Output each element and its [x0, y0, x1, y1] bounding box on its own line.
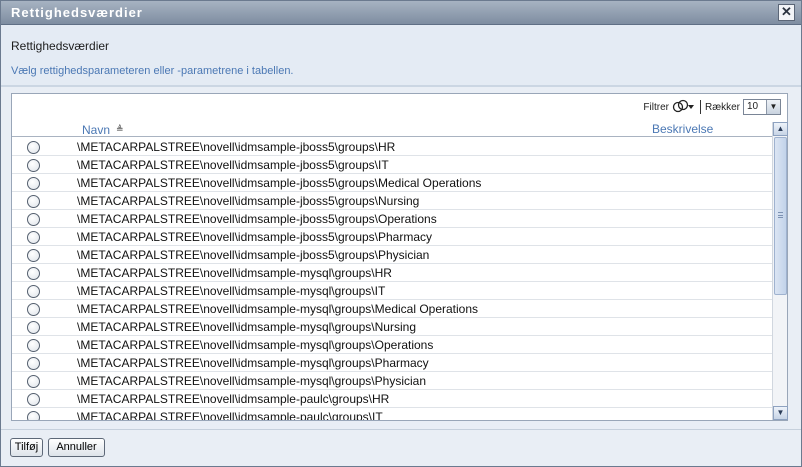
filter-icon[interactable] [672, 99, 696, 115]
row-name: \METACARPALSTREE\novell\idmsample-jboss5… [77, 194, 420, 208]
row-radio[interactable] [27, 285, 40, 298]
dialog: Rettighedsværdier ✕ Rettighedsværdier Væ… [0, 0, 802, 467]
row-name: \METACARPALSTREE\novell\idmsample-mysql\… [77, 284, 386, 298]
row-radio[interactable] [27, 249, 40, 262]
column-header-description[interactable]: Beskrivelse [652, 122, 713, 136]
row-radio[interactable] [27, 321, 40, 334]
table-row[interactable]: \METACARPALSTREE\novell\idmsample-jboss5… [12, 210, 772, 228]
table-row[interactable]: \METACARPALSTREE\novell\idmsample-mysql\… [12, 264, 772, 282]
header-title: Rettighedsværdier [11, 39, 110, 53]
row-radio[interactable] [27, 357, 40, 370]
row-radio[interactable] [27, 141, 40, 154]
cancel-button[interactable]: Annuller [48, 438, 105, 457]
rows-per-page-value: 10 [747, 101, 759, 112]
rows-label: Rækker [704, 101, 740, 113]
toolbar-separator [699, 100, 701, 114]
row-name: \METACARPALSTREE\novell\idmsample-mysql\… [77, 338, 434, 352]
row-name: \METACARPALSTREE\novell\idmsample-mysql\… [77, 266, 392, 280]
table-row[interactable]: \METACARPALSTREE\novell\idmsample-jboss5… [12, 174, 772, 192]
table-body: \METACARPALSTREE\novell\idmsample-jboss5… [12, 138, 772, 420]
filter-label: Filtrer [643, 101, 669, 113]
row-name: \METACARPALSTREE\novell\idmsample-mysql\… [77, 302, 479, 316]
scroll-down-icon[interactable]: ▼ [773, 406, 788, 420]
row-name: \METACARPALSTREE\novell\idmsample-mysql\… [77, 356, 429, 370]
row-name: \METACARPALSTREE\novell\idmsample-jboss5… [77, 140, 396, 154]
row-name: \METACARPALSTREE\novell\idmsample-jboss5… [77, 248, 430, 262]
row-radio[interactable] [27, 177, 40, 190]
grip-icon [778, 212, 783, 218]
table-row[interactable]: \METACARPALSTREE\novell\idmsample-mysql\… [12, 318, 772, 336]
row-radio[interactable] [27, 159, 40, 172]
table-row[interactable]: \METACARPALSTREE\novell\idmsample-mysql\… [12, 300, 772, 318]
row-name: \METACARPALSTREE\novell\idmsample-paulc\… [77, 392, 390, 406]
table-row[interactable]: \METACARPALSTREE\novell\idmsample-mysql\… [12, 354, 772, 372]
chevron-down-icon[interactable]: ▼ [766, 100, 780, 114]
sort-ascending-icon[interactable]: ≜ [116, 124, 124, 135]
row-name: \METACARPALSTREE\novell\idmsample-jboss5… [77, 176, 482, 190]
row-radio[interactable] [27, 393, 40, 406]
dialog-header: Rettighedsværdier Vælg rettighedsparamet… [1, 25, 801, 87]
title-bar[interactable]: Rettighedsværdier ✕ [1, 1, 801, 25]
table-toolbar: Filtrer Rækker 10 ▼ [643, 97, 781, 117]
table-row[interactable]: \METACARPALSTREE\novell\idmsample-paulc\… [12, 408, 772, 420]
row-radio[interactable] [27, 411, 40, 420]
row-radio[interactable] [27, 339, 40, 352]
row-name: \METACARPALSTREE\novell\idmsample-paulc\… [77, 410, 383, 420]
row-name: \METACARPALSTREE\novell\idmsample-jboss5… [77, 158, 389, 172]
scrollbar-thumb[interactable] [774, 137, 787, 295]
row-name: \METACARPALSTREE\novell\idmsample-mysql\… [77, 320, 416, 334]
row-radio[interactable] [27, 213, 40, 226]
row-name: \METACARPALSTREE\novell\idmsample-jboss5… [77, 230, 433, 244]
table-row[interactable]: \METACARPALSTREE\novell\idmsample-mysql\… [12, 336, 772, 354]
table-header: Navn ≜ Beskrivelse [12, 121, 772, 137]
row-radio[interactable] [27, 375, 40, 388]
table-row[interactable]: \METACARPALSTREE\novell\idmsample-jboss5… [12, 192, 772, 210]
table-row[interactable]: \METACARPALSTREE\novell\idmsample-jboss5… [12, 138, 772, 156]
table-row[interactable]: \METACARPALSTREE\novell\idmsample-paulc\… [12, 390, 772, 408]
table-row[interactable]: \METACARPALSTREE\novell\idmsample-mysql\… [12, 372, 772, 390]
rows-per-page-select[interactable]: 10 ▼ [743, 99, 781, 115]
table-row[interactable]: \METACARPALSTREE\novell\idmsample-jboss5… [12, 156, 772, 174]
row-radio[interactable] [27, 195, 40, 208]
table-row[interactable]: \METACARPALSTREE\novell\idmsample-mysql\… [12, 282, 772, 300]
header-description: Vælg rettighedsparameteren eller -parame… [11, 65, 294, 77]
close-icon[interactable]: ✕ [778, 4, 795, 21]
column-header-name[interactable]: Navn [82, 123, 110, 137]
row-radio[interactable] [27, 231, 40, 244]
footer-divider [1, 429, 801, 430]
table-row[interactable]: \METACARPALSTREE\novell\idmsample-jboss5… [12, 246, 772, 264]
row-name: \METACARPALSTREE\novell\idmsample-mysql\… [77, 374, 427, 388]
table-row[interactable]: \METACARPALSTREE\novell\idmsample-jboss5… [12, 228, 772, 246]
row-name: \METACARPALSTREE\novell\idmsample-jboss5… [77, 212, 437, 226]
add-button[interactable]: Tilføj [10, 438, 43, 457]
scroll-up-icon[interactable]: ▲ [773, 122, 788, 136]
row-radio[interactable] [27, 267, 40, 280]
table-panel: Filtrer Rækker 10 ▼ Navn ≜ Beskrivelse \… [11, 93, 788, 421]
row-radio[interactable] [27, 303, 40, 316]
vertical-scrollbar[interactable]: ▲ ▼ [772, 122, 788, 420]
window-title: Rettighedsværdier [11, 5, 143, 20]
